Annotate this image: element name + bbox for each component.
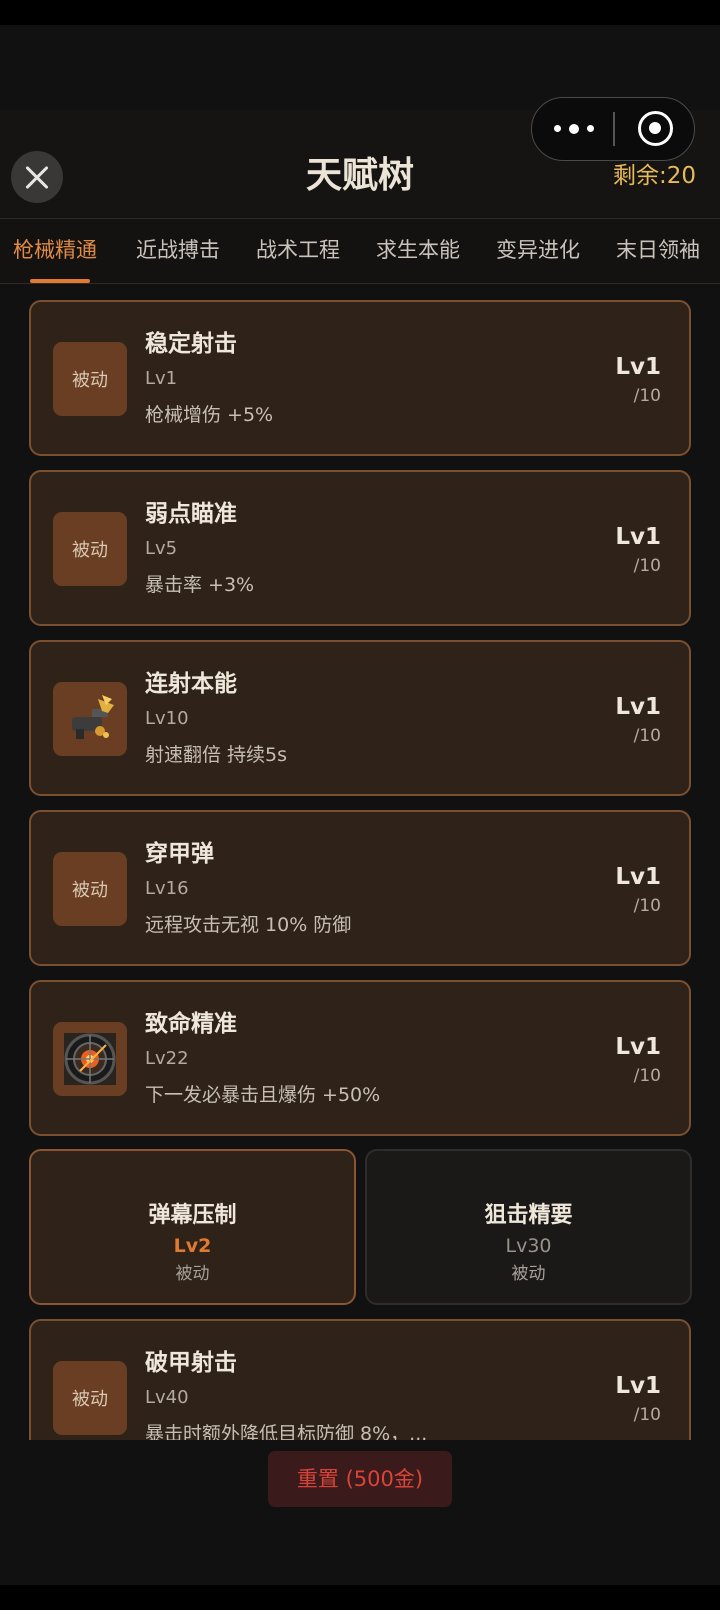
talent-description: 下一发必暴击且爆伤 +50% [145, 1084, 381, 1106]
talent-requirement: Lv40 [145, 1387, 189, 1408]
talent-description: 枪械增伤 +5% [145, 404, 274, 426]
tab-doomsday-leader[interactable]: 末日领袖 [616, 219, 700, 283]
branch-option-barrage[interactable]: 弹幕压制 Lv2 被动 [29, 1149, 356, 1305]
talent-description: 射速翻倍 持续5s [145, 744, 288, 766]
passive-icon: 被动 [53, 512, 127, 586]
talent-level: Lv1 [615, 354, 661, 380]
more-options-icon[interactable] [554, 98, 594, 159]
talent-requirement: Lv22 [145, 1048, 189, 1069]
remaining-points: 剩余:20 [612, 163, 696, 189]
status-bar [0, 0, 720, 25]
talent-level: Lv1 [615, 1373, 661, 1399]
crosshair-target-icon [53, 1022, 127, 1096]
talent-requirement: Lv16 [145, 878, 189, 899]
talent-max-level: /10 [633, 726, 661, 746]
bottom-safe-area [0, 1585, 720, 1610]
capsule-divider [613, 112, 615, 146]
passive-icon: 被动 [53, 1361, 127, 1435]
active-tab-indicator [30, 279, 90, 283]
talent-level: Lv1 [615, 524, 661, 550]
tab-survival-instinct[interactable]: 求生本能 [376, 219, 460, 283]
rapid-fire-gun-icon [53, 682, 127, 756]
tab-mutation-evolution[interactable]: 变异进化 [496, 219, 580, 283]
talent-max-level: /10 [633, 1066, 661, 1086]
branch-option-name: 狙击精要 [484, 1203, 573, 1228]
talent-name: 致命精准 [145, 1011, 237, 1037]
talent-level: Lv1 [615, 694, 661, 720]
talent-card[interactable]: 连射本能 Lv10 射速翻倍 持续5s Lv1 /10 [29, 640, 691, 796]
branch-option-level: Lv30 [505, 1235, 552, 1257]
talent-requirement: Lv10 [145, 708, 189, 729]
branch-option-name: 弹幕压制 [148, 1203, 237, 1228]
talent-max-level: /10 [633, 1405, 661, 1425]
tab-firearm-mastery[interactable]: 枪械精通 [13, 219, 97, 283]
passive-icon: 被动 [53, 852, 127, 926]
talent-name: 稳定射击 [145, 331, 237, 357]
talent-level: Lv1 [615, 864, 661, 890]
talent-max-level: /10 [633, 896, 661, 916]
passive-icon: 被动 [53, 342, 127, 416]
talent-card[interactable]: 被动 稳定射击 Lv1 枪械增伤 +5% Lv1 /10 [29, 300, 691, 456]
tab-melee-combat[interactable]: 近战搏击 [136, 219, 220, 283]
talent-card[interactable]: 被动 穿甲弹 Lv16 远程攻击无视 10% 防御 Lv1 /10 [29, 810, 691, 966]
reset-button[interactable]: 重置 (500金) [268, 1451, 452, 1507]
talent-name: 连射本能 [145, 671, 237, 697]
talent-name: 破甲射击 [145, 1350, 237, 1376]
talent-name: 穿甲弹 [145, 841, 214, 867]
talent-description: 暴击时额外降低目标防御 8%，... [145, 1423, 428, 1440]
branch-option-type: 被动 [175, 1264, 210, 1284]
tab-tactical-engineering[interactable]: 战术工程 [256, 219, 340, 283]
talent-card[interactable]: 被动 弱点瞄准 Lv5 暴击率 +3% Lv1 /10 [29, 470, 691, 626]
talent-card[interactable]: 致命精准 Lv22 下一发必暴击且爆伤 +50% Lv1 /10 [29, 980, 691, 1136]
talent-max-level: /10 [633, 386, 661, 406]
talent-category-tabs: 枪械精通 近战搏击 战术工程 求生本能 变异进化 末日领袖 [0, 218, 720, 284]
talent-description: 远程攻击无视 10% 防御 [145, 914, 352, 936]
talent-card[interactable]: 被动 破甲射击 Lv40 暴击时额外降低目标防御 8%，... Lv1 /10 [29, 1319, 691, 1440]
exit-miniprogram-icon[interactable] [638, 111, 673, 146]
talent-description: 暴击率 +3% [145, 574, 255, 596]
branch-option-level: Lv2 [173, 1235, 212, 1257]
talent-requirement: Lv1 [145, 368, 178, 389]
branch-option-sniper[interactable]: 狙击精要 Lv30 被动 [365, 1149, 692, 1305]
talent-list[interactable]: 被动 稳定射击 Lv1 枪械增伤 +5% Lv1 /10 被动 弱点瞄准 Lv5… [0, 290, 720, 1440]
talent-max-level: /10 [633, 556, 661, 576]
talent-name: 弱点瞄准 [145, 501, 237, 527]
branch-option-type: 被动 [511, 1264, 546, 1284]
talent-level: Lv1 [615, 1034, 661, 1060]
talent-requirement: Lv5 [145, 538, 178, 559]
